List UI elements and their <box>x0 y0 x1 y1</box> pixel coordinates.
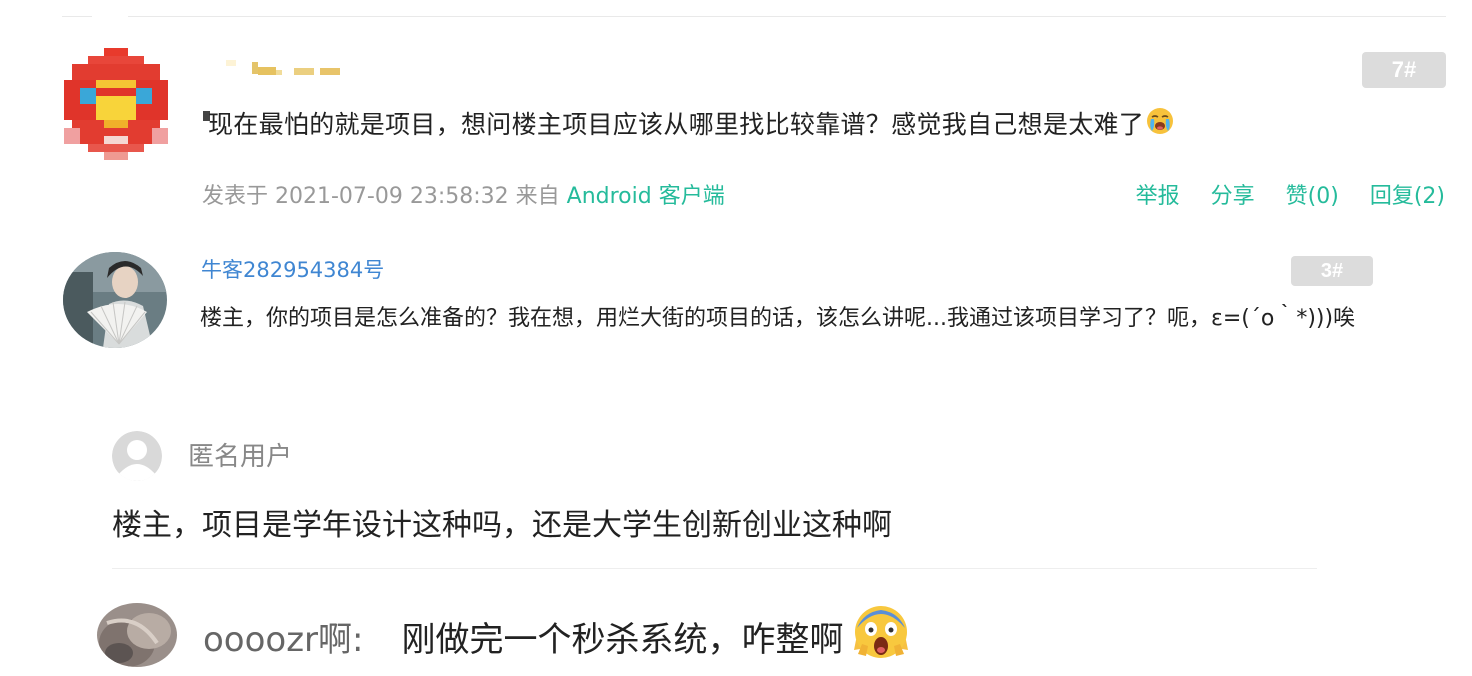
post-content: 现在最怕的就是项目，想问楼主项目应该从哪里找比较靠谱？感觉我自己想是太难了 <box>203 105 1174 141</box>
anonymous-comment-text: 楼主，项目是学年设计这种吗，还是大学生创新创业这种啊 <box>112 508 892 543</box>
post-avatar[interactable] <box>64 48 168 160</box>
commenter-avatar[interactable] <box>97 603 177 667</box>
top-divider <box>62 16 1446 17</box>
crying-face-icon <box>1146 107 1174 141</box>
anonymous-username: 匿名用户 <box>188 442 293 472</box>
reply-username[interactable]: 牛客282954384号 <box>201 254 384 284</box>
post-actions: 举报 分享 赞(0) 回复(2) <box>1112 178 1445 210</box>
post-meta: 发表于 2021-07-09 23:58:32 来自 Android 客户端 <box>202 178 725 210</box>
comment-divider <box>112 568 1317 569</box>
commenter-line: oooozr啊: 刚做完一个秒杀系统，咋整啊 <box>203 606 914 671</box>
like-button[interactable]: 赞(0) <box>1286 184 1339 209</box>
post-timestamp: 发表于 2021-07-09 23:58:32 来自 <box>202 184 560 209</box>
commenter-text: 刚做完一个秒杀系统，咋整啊 <box>401 620 844 660</box>
floor-badge: 7# <box>1362 52 1446 88</box>
commenter-username[interactable]: oooozr啊: <box>203 620 364 660</box>
share-button[interactable]: 分享 <box>1211 184 1255 209</box>
screaming-face-icon <box>848 604 914 671</box>
anonymous-avatar-icon <box>112 431 162 481</box>
post-text: 现在最怕的就是项目，想问楼主项目应该从哪里找比较靠谱？感觉我自己想是太难了 <box>208 110 1145 139</box>
floor-badge: 3# <box>1291 256 1373 286</box>
report-button[interactable]: 举报 <box>1136 184 1180 209</box>
client-link[interactable]: Android 客户端 <box>567 184 725 209</box>
username-blurred[interactable] <box>226 58 346 78</box>
reply-text: 楼主，你的项目是怎么准备的？我在想，用烂大街的项目的话，该怎么讲呢...我通过该… <box>200 306 1356 331</box>
reply-avatar[interactable] <box>63 252 167 348</box>
reply-button[interactable]: 回复(2) <box>1370 184 1445 209</box>
